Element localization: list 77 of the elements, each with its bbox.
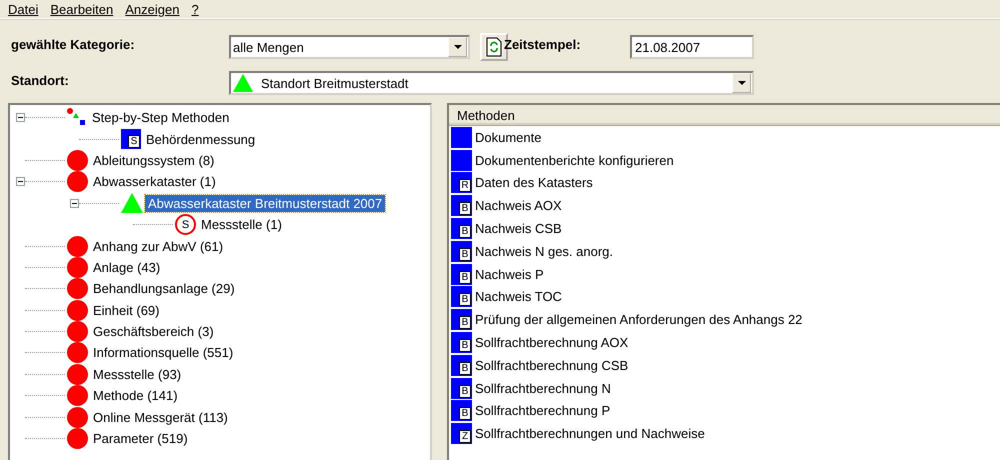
list-item[interactable]: Sollfrachtberechnung P [475, 403, 610, 418]
dot-icon [67, 428, 88, 450]
menu-item[interactable]: ? [185, 2, 205, 16]
menu-item[interactable]: Bearbeiten [44, 2, 120, 16]
collapse-toggle[interactable] [16, 177, 25, 186]
dot-icon [67, 278, 88, 300]
collapse-toggle[interactable] [16, 113, 25, 122]
list-item[interactable]: Daten des Katasters [475, 175, 593, 190]
dot-icon [67, 256, 88, 278]
list-item[interactable]: Dokumente [475, 130, 542, 145]
icon-letter: R [459, 179, 471, 192]
dot-icon [67, 171, 88, 192]
date-field[interactable]: 21.08.2007 [630, 35, 754, 59]
dot-icon [67, 406, 88, 428]
tree-item[interactable]: Step-by-Step Methoden [89, 109, 232, 126]
icon-letter: B [459, 293, 471, 306]
tree-item[interactable]: Methode (141) [90, 387, 181, 404]
list-item[interactable]: Dokumentenberichte konfigurieren [475, 152, 674, 168]
icon-letter: S [128, 135, 140, 148]
dot-icon [67, 342, 88, 364]
tree-item[interactable]: Anhang zur AbwV (61) [90, 238, 226, 255]
triangle-icon [233, 74, 253, 92]
list-item[interactable]: Sollfrachtberechnung CSB [475, 358, 628, 373]
menu-item[interactable]: Anzeigen [119, 2, 186, 16]
icon-letter: B [459, 316, 471, 330]
menu-item[interactable]: Datei [2, 2, 44, 16]
icon-letter: B [459, 225, 471, 238]
method-icon [451, 126, 472, 148]
tree-item[interactable]: Parameter (519) [90, 430, 191, 448]
dot-icon [67, 300, 88, 321]
tree-item[interactable]: Behördenmessung [143, 130, 258, 148]
list-item[interactable]: Nachweis N ges. anorg. [475, 244, 614, 259]
list-item[interactable]: Prüfung der allgemeinen Anforderungen des Anhangs 22 [475, 312, 802, 328]
icon-letter: B [459, 248, 471, 261]
icon-letter: B [459, 339, 471, 352]
tree-item[interactable]: Geschäftsbereich (3) [90, 323, 217, 340]
tree-item[interactable]: Messstelle (93) [90, 366, 184, 383]
collapse-toggle[interactable] [70, 198, 79, 208]
tree-item[interactable]: Anlage (43) [90, 258, 164, 276]
tree-item[interactable]: Abwasserkataster (1) [90, 173, 219, 190]
list-item[interactable]: Sollfrachtberechnung N [475, 380, 611, 396]
column-header[interactable]: Methoden [449, 105, 1000, 126]
dot-icon [67, 150, 88, 171]
tree-item[interactable]: Abwasserkataster Breitmusterstadt 2007 [145, 194, 386, 212]
list-item[interactable]: Sollfrachtberechnung AOX [475, 335, 628, 350]
triangle-icon [121, 193, 143, 214]
icon-letter: B [459, 202, 471, 216]
icon-letter: B [459, 270, 471, 284]
tree-item[interactable]: Ableitungssystem (8) [90, 152, 218, 169]
dropdown-arrow-icon [738, 81, 746, 85]
dot-icon [67, 385, 88, 406]
icon-letter: Z [459, 430, 471, 444]
dot-icon [67, 364, 88, 385]
tree-item[interactable]: Einheit (69) [90, 302, 162, 319]
location-dropdown[interactable]: Standort Breitmusterstadt [229, 71, 754, 95]
tree-item[interactable]: Informationsquelle (551) [90, 344, 236, 362]
category-dropdown[interactable]: alle Mengen [229, 35, 470, 59]
dot-icon [67, 321, 88, 342]
field-label: Zeitstempel: [504, 36, 582, 52]
dropdown-arrow-icon [454, 45, 462, 49]
field-label: Standort: [11, 72, 70, 88]
icon-letter: B [459, 407, 471, 420]
icon-letter: B [459, 384, 471, 398]
refresh-document-icon [486, 37, 502, 57]
tree-item[interactable]: Messstelle (1) [198, 216, 285, 234]
circle-letter-icon: S [175, 214, 196, 236]
list-item[interactable]: Nachweis CSB [475, 221, 562, 236]
tree-item[interactable]: Online Messgerät (113) [90, 408, 231, 426]
dot-icon [67, 236, 88, 257]
list-item[interactable]: Nachweis AOX [475, 198, 562, 214]
icon-letter: B [459, 362, 471, 375]
tree-item[interactable]: Behandlungsanlage (29) [90, 280, 238, 298]
steps-icon [67, 108, 87, 128]
field-label: gewählte Kategorie: [11, 36, 136, 52]
list-item[interactable]: Nachweis P [475, 266, 544, 282]
list-item[interactable]: Sollfrachtberechnungen und Nachweise [475, 426, 705, 442]
list-item[interactable]: Nachweis TOC [475, 289, 562, 304]
